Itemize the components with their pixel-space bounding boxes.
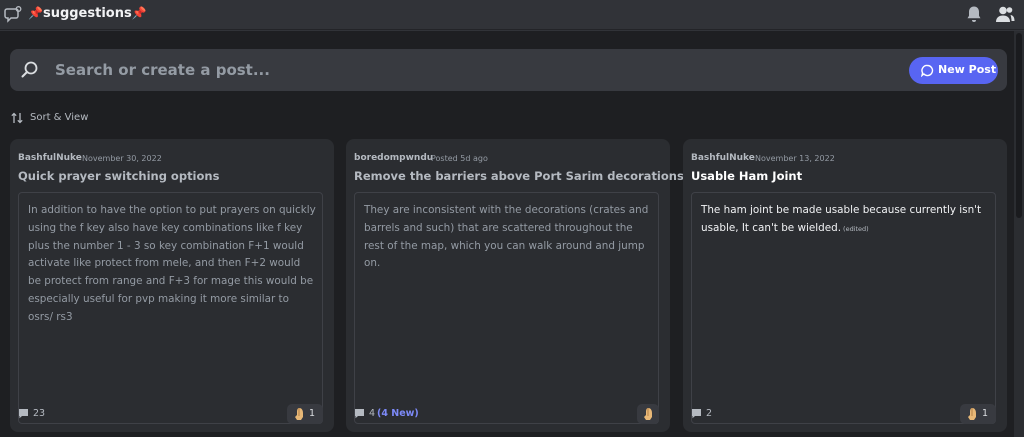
new-post-label: New Post: [938, 63, 997, 76]
scrollbar[interactable]: [1014, 31, 1024, 437]
pray-hand-icon: [644, 408, 652, 420]
comment-count-value: 23: [33, 408, 46, 419]
sort-arrows-icon: [11, 112, 23, 124]
post-author: BashfulNuke: [691, 153, 755, 163]
members-icon[interactable]: [995, 5, 1015, 23]
channel-title: 📌suggestions📌: [28, 6, 147, 21]
channel-name-text: suggestions: [42, 6, 132, 21]
sort-view-label: Sort & View: [30, 112, 89, 123]
post-date: November 13, 2022: [755, 154, 835, 163]
pray-hand-icon: [295, 408, 303, 420]
reaction-count: 1: [982, 408, 989, 419]
reaction-button[interactable]: [637, 404, 659, 424]
new-comments-badge: (4 New): [377, 408, 419, 419]
comment-icon: [692, 409, 701, 419]
post-card[interactable]: BashfulNuke November 30, 2022 Quick pray…: [10, 139, 334, 432]
post-body: The ham joint be made usable because cur…: [701, 204, 982, 234]
reaction-count: 1: [309, 408, 316, 419]
post-body-wrap: The ham joint be made usable because cur…: [701, 202, 989, 239]
search-bar[interactable]: Search or create a post...: [10, 49, 1007, 91]
post-preview: The ham joint be made usable because cur…: [691, 192, 996, 424]
scrollbar-thumb[interactable]: [1016, 33, 1022, 218]
new-post-button[interactable]: New Post: [909, 57, 998, 84]
post-author: boredompwndu: [354, 153, 434, 163]
search-input[interactable]: Search or create a post...: [55, 61, 270, 79]
edited-tag: (edited): [843, 224, 869, 233]
post-title: Quick prayer switching options: [18, 169, 220, 183]
post-body: They are inconsistent with the decoratio…: [364, 204, 649, 270]
forum-icon: [4, 6, 22, 23]
post-preview: They are inconsistent with the decoratio…: [354, 192, 659, 424]
post-title: Usable Ham Joint: [691, 169, 803, 183]
post-title: Remove the barriers above Port Sarim dec…: [354, 169, 684, 183]
pin-icon: 📌: [131, 6, 147, 20]
post-card[interactable]: boredompwndu Posted 5d ago Remove the ba…: [346, 139, 684, 432]
comment-count-value: 4: [369, 408, 376, 419]
post-preview: In addition to have the option to put pr…: [18, 192, 323, 424]
pray-hand-icon: [968, 408, 976, 420]
chat-bubble-icon: [921, 64, 934, 77]
reaction-button[interactable]: 1: [960, 404, 996, 424]
bell-icon[interactable]: [966, 5, 982, 23]
post-author: BashfulNuke: [18, 153, 82, 163]
post-card[interactable]: BashfulNuke November 13, 2022 Usable Ham…: [683, 139, 1007, 432]
comment-count-value: 2: [706, 408, 713, 419]
comment-icon: [355, 409, 364, 419]
post-date: Posted 5d ago: [431, 154, 488, 163]
channel-header: 📌suggestions📌: [0, 0, 1024, 30]
pin-icon: 📌: [28, 6, 43, 20]
post-date: November 30, 2022: [82, 154, 162, 163]
comment-icon: [19, 409, 28, 419]
post-body: In addition to have the option to put pr…: [28, 204, 316, 323]
search-icon: [21, 61, 38, 78]
reaction-button[interactable]: 1: [287, 404, 323, 424]
